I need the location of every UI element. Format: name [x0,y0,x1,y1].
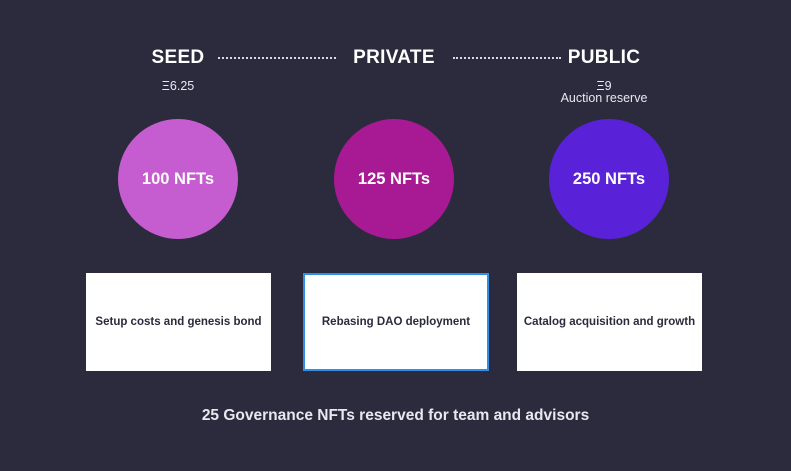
stage-public-title: PUBLIC [567,47,641,68]
seed-nft-count: 100 NFTs [118,119,238,239]
stage-public-note: Auction reserve [560,91,648,105]
private-use-card[interactable]: Rebasing DAO deployment [303,273,489,371]
public-nft-count: 250 NFTs [549,119,669,239]
public-use-card[interactable]: Catalog acquisition and growth [517,273,702,371]
seed-use-card[interactable]: Setup costs and genesis bond [86,273,271,371]
stage-seed-price: Ξ6.25 [161,79,195,93]
team-reserve-note: 25 Governance NFTs reserved for team and… [201,407,590,424]
private-nft-count: 125 NFTs [334,119,454,239]
